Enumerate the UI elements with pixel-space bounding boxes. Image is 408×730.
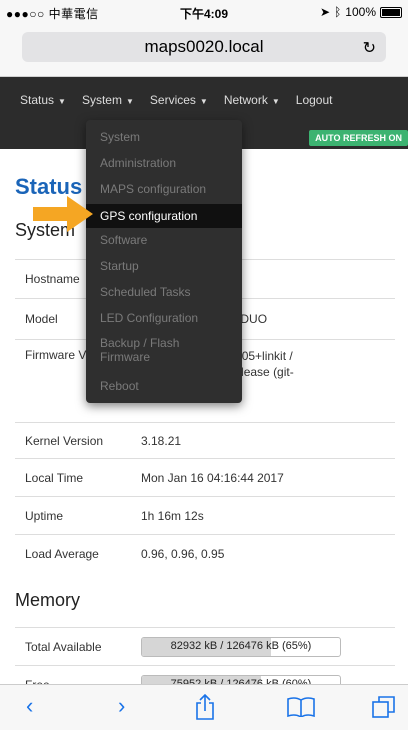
- chevron-down-icon: ▼: [199, 97, 208, 106]
- table-row: Total Available 82932 kB / 126476 kB (65…: [15, 627, 395, 666]
- forward-icon[interactable]: ›: [118, 693, 125, 719]
- menu-item-gps-configuration[interactable]: GPS configuration: [86, 204, 242, 228]
- location-icon: ➤: [320, 5, 331, 19]
- menu-item-reboot[interactable]: Reboot: [86, 379, 242, 395]
- nav-services-label: Services: [149, 93, 196, 107]
- ios-status-bar: ●●●○○ 中華電信 下午4:09 ➤ ᛒ 100%: [0, 0, 408, 24]
- share-icon[interactable]: [195, 694, 215, 720]
- nav-network[interactable]: Network ▼: [224, 93, 280, 107]
- system-dropdown-menu: System Administration MAPS configuration…: [86, 120, 242, 403]
- pointer-arrow-icon: [33, 196, 93, 232]
- chevron-down-icon: ▼: [58, 97, 66, 106]
- auto-refresh-badge[interactable]: AUTO REFRESH ON: [309, 130, 408, 146]
- progress-text: 82932 kB / 126476 kB (65%): [170, 639, 312, 652]
- nav-services[interactable]: Services ▼: [150, 93, 208, 107]
- row-key: Uptime: [15, 496, 131, 535]
- row-key: Total Available: [15, 627, 131, 666]
- memory-progress-bar: 82932 kB / 126476 kB (65%): [141, 636, 341, 657]
- bookmarks-icon[interactable]: [287, 697, 315, 717]
- row-value: 0.96, 0.96, 0.95: [131, 534, 395, 573]
- row-key: Load Average: [15, 534, 131, 573]
- menu-item-system[interactable]: System: [86, 130, 242, 146]
- row-value: 3.18.21: [131, 422, 395, 459]
- browser-toolbar: ‹ ›: [0, 684, 408, 730]
- status-right: ➤ ᛒ 100%: [320, 5, 402, 19]
- nav-menu: Status ▼ System ▼ Services ▼ Network ▼ Logou…: [20, 93, 332, 107]
- tabs-icon[interactable]: [372, 695, 396, 719]
- menu-item-software[interactable]: Software: [86, 233, 242, 249]
- bluetooth-icon: ᛒ: [334, 5, 342, 19]
- table-row: Uptime 1h 16m 12s: [15, 496, 395, 535]
- row-value: 1h 16m 12s: [131, 496, 395, 535]
- browser-address-area: maps0020.local ↻: [0, 24, 408, 77]
- menu-item-startup[interactable]: Startup: [86, 259, 242, 275]
- nav-status-label: Status: [20, 93, 55, 107]
- table-row: Local Time Mon Jan 16 04:16:44 2017: [15, 458, 395, 497]
- row-value: 82932 kB / 126476 kB (65%): [131, 627, 395, 666]
- memory-heading: Memory: [15, 590, 81, 610]
- nav-logout[interactable]: Logout: [296, 93, 333, 107]
- chevron-down-icon: ▼: [125, 97, 134, 106]
- back-icon[interactable]: ‹: [26, 693, 33, 719]
- row-value: Mon Jan 16 04:16:44 2017: [131, 458, 395, 497]
- address-bar[interactable]: maps0020.local ↻: [22, 32, 386, 62]
- menu-item-scheduled-tasks[interactable]: Scheduled Tasks: [86, 285, 242, 301]
- row-key: Local Time: [15, 458, 131, 497]
- menu-item-led-configuration[interactable]: LED Configuration: [86, 311, 242, 327]
- url-text: maps0020.local: [144, 37, 264, 56]
- menu-item-backup-flash-firmware[interactable]: Backup / Flash Firmware: [86, 336, 242, 366]
- battery-label: 100%: [345, 5, 376, 19]
- reload-icon[interactable]: ↻: [363, 38, 376, 58]
- battery-icon: [380, 6, 402, 18]
- nav-status[interactable]: Status ▼: [20, 93, 66, 107]
- menu-item-administration[interactable]: Administration: [86, 156, 242, 172]
- row-key: Kernel Version: [15, 422, 131, 459]
- menu-item-maps-configuration[interactable]: MAPS configuration: [86, 182, 242, 198]
- table-row: Load Average 0.96, 0.96, 0.95: [15, 534, 395, 573]
- nav-network-label: Network: [223, 93, 268, 107]
- nav-system[interactable]: System ▼: [82, 93, 134, 107]
- chevron-down-icon: ▼: [271, 97, 280, 106]
- nav-system-label: System: [81, 93, 122, 107]
- table-row: Kernel Version 3.18.21: [15, 422, 395, 459]
